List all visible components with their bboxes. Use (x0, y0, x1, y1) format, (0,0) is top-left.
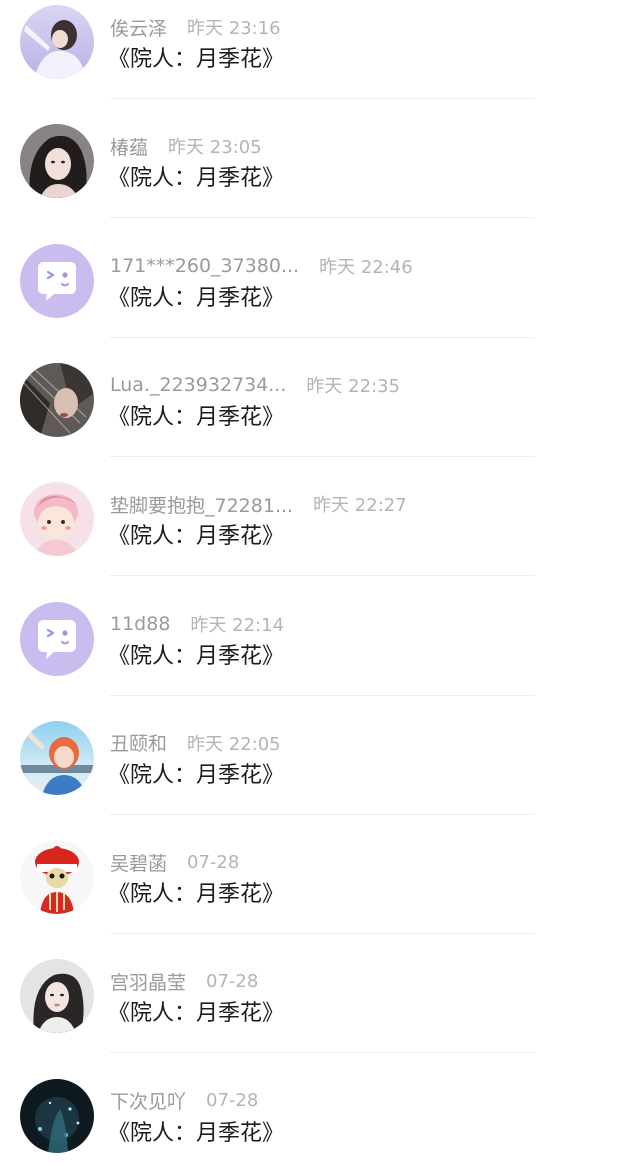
photo-avatar-icon (20, 5, 94, 79)
user-name[interactable]: 吴碧菡 (110, 849, 167, 876)
comment-item[interactable]: 吴碧菡 07-28 《院人：月季花》 (0, 835, 640, 954)
divider (110, 98, 535, 99)
avatar[interactable] (20, 482, 94, 557)
comment-meta: 吴碧菡 07-28 (110, 849, 239, 875)
user-name[interactable]: 俟云泽 (110, 14, 167, 41)
photo-avatar-icon (20, 362, 94, 437)
comment-meta: 丑颐和 昨天 22:05 (110, 730, 281, 756)
avatar[interactable] (20, 124, 94, 199)
timestamp: 昨天 23:16 (187, 18, 281, 39)
comment-meta: 171***260_37380... 昨天 22:46 (110, 253, 413, 279)
comment-meta: Lua._223932734... 昨天 22:35 (110, 372, 400, 398)
timestamp: 07-28 (187, 851, 240, 873)
user-name[interactable]: 171***260_37380... (110, 255, 299, 277)
comment-text: 《院人：月季花》 (108, 1120, 285, 1146)
timestamp: 昨天 23:05 (168, 137, 262, 159)
divider (110, 694, 535, 696)
comment-text: 《院人：月季花》 (108, 285, 285, 311)
comment-item[interactable]: 171***260_37380... 昨天 22:46 《院人：月季花》 (0, 239, 640, 358)
comment-text: 《院人：月季花》 (108, 404, 285, 430)
comment-meta: 垫脚要抱抱_72281... 昨天 22:27 (110, 491, 407, 517)
chat-bubble-icon (20, 601, 94, 676)
cartoon-avatar-icon (20, 482, 94, 557)
comment-item[interactable]: 俟云泽 昨天 23:16 《院人：月季花》 (0, 0, 640, 119)
timestamp: 昨天 22:27 (313, 495, 407, 517)
timestamp: 昨天 22:46 (319, 256, 413, 278)
timestamp: 昨天 22:14 (190, 614, 285, 636)
comment-text: 《院人：月季花》 (108, 1001, 285, 1027)
chat-bubble-icon (20, 243, 94, 318)
comment-item[interactable]: Lua._223932734... 昨天 22:35 《院人：月季花》 (0, 358, 640, 477)
comment-item[interactable]: 11d88 昨天 22:14 《院人：月季花》 (0, 597, 640, 716)
avatar[interactable] (20, 601, 94, 676)
comment-item[interactable]: 丑颐和 昨天 22:05 《院人：月季花》 (0, 716, 640, 835)
avatar[interactable] (20, 840, 94, 915)
comment-meta: 俟云泽 昨天 23:16 (110, 14, 281, 40)
user-name[interactable]: 11d88 (110, 613, 170, 635)
timestamp: 昨天 22:05 (187, 733, 281, 755)
cartoon-avatar-icon (20, 840, 94, 915)
comment-meta: 下次见吖 07-28 (110, 1088, 258, 1114)
avatar[interactable] (20, 959, 94, 1034)
comment-item[interactable]: 椿蕴 昨天 23:05 《院人：月季花》 (0, 119, 640, 238)
avatar[interactable] (20, 1078, 94, 1153)
comment-meta: 11d88 昨天 22:14 (110, 611, 284, 637)
photo-avatar-icon (20, 959, 94, 1034)
user-name[interactable]: 椿蕴 (110, 133, 148, 160)
divider (110, 575, 535, 577)
comment-list: 俟云泽 昨天 23:16 《院人：月季花》 椿蕴 昨天 23:05 《院人：月季… (0, 0, 640, 1166)
user-name[interactable]: 下次见吖 (110, 1087, 186, 1114)
user-name[interactable]: 宫羽晶莹 (110, 968, 186, 995)
avatar[interactable] (20, 5, 94, 79)
photo-avatar-icon (20, 1078, 94, 1153)
avatar[interactable] (20, 362, 94, 437)
comment-item[interactable]: 下次见吖 07-28 《院人：月季花》 (0, 1074, 640, 1166)
divider (110, 217, 535, 219)
divider (110, 455, 535, 457)
comment-text: 《院人：月季花》 (108, 166, 285, 192)
comment-item[interactable]: 垫脚要抱抱_72281... 昨天 22:27 《院人：月季花》 (0, 477, 640, 596)
timestamp: 昨天 22:35 (306, 375, 400, 397)
divider (110, 813, 535, 815)
comment-text: 《院人：月季花》 (108, 882, 285, 908)
comment-meta: 椿蕴 昨天 23:05 (110, 133, 262, 159)
avatar[interactable] (20, 243, 94, 318)
comment-meta: 宫羽晶莹 07-28 (110, 968, 258, 994)
comment-text: 《院人：月季花》 (108, 47, 285, 72)
user-name[interactable]: Lua._223932734... (110, 374, 286, 396)
avatar[interactable] (20, 720, 94, 795)
comment-item[interactable]: 宫羽晶莹 07-28 《院人：月季花》 (0, 954, 640, 1073)
divider (110, 1052, 535, 1054)
divider (110, 933, 535, 935)
timestamp: 07-28 (206, 970, 259, 992)
comment-text: 《院人：月季花》 (108, 643, 285, 669)
divider (110, 336, 535, 338)
user-name[interactable]: 丑颐和 (110, 729, 167, 756)
photo-avatar-icon (20, 124, 94, 199)
user-name[interactable]: 垫脚要抱抱_72281... (110, 491, 293, 518)
comment-text: 《院人：月季花》 (108, 524, 285, 550)
timestamp: 07-28 (206, 1090, 259, 1112)
photo-avatar-icon (20, 720, 94, 795)
comment-text: 《院人：月季花》 (108, 762, 285, 788)
